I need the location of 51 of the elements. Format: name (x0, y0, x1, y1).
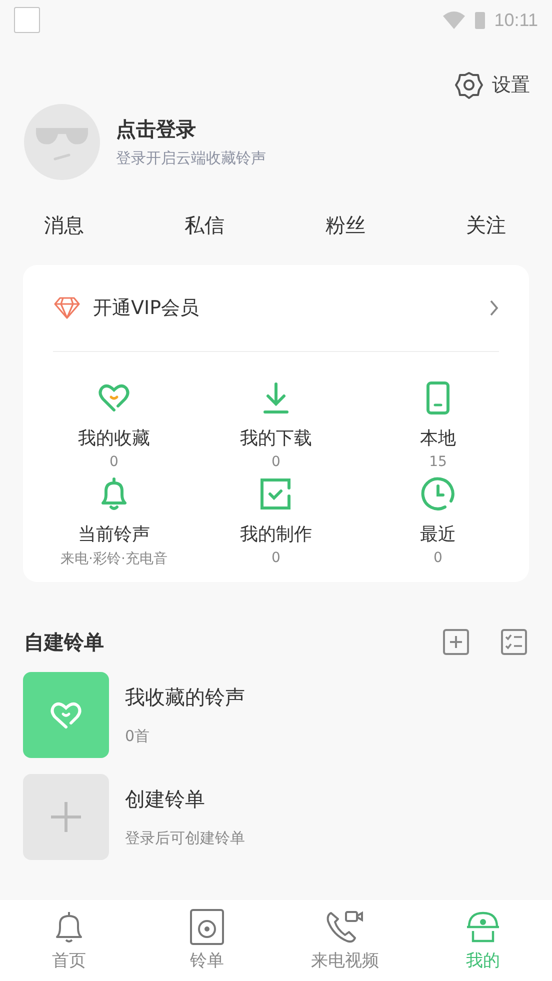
nav-tab[interactable]: 来电视频 (276, 900, 414, 981)
clock-icon (420, 476, 456, 512)
feature-count: 15 (429, 454, 447, 470)
notification-icon (14, 7, 40, 33)
add-icon[interactable] (442, 628, 470, 656)
feature-count: 0 (272, 550, 280, 566)
feature-label: 我的收藏 (78, 427, 150, 450)
feature-label: 我的下载 (240, 427, 312, 450)
nav-tab[interactable]: 铃单 (138, 900, 276, 981)
feature-item[interactable]: 我的收藏 0 (33, 380, 195, 470)
wifi-icon (442, 10, 466, 30)
stat-link[interactable]: 粉丝 (325, 212, 366, 239)
add-cover-icon (23, 774, 109, 860)
playlist-subtitle: 登录后可创建铃单 (125, 829, 245, 848)
diamond-icon (53, 296, 81, 320)
feature-count: 0 (434, 550, 442, 566)
gear-icon (454, 70, 484, 100)
nav-tab[interactable]: 首页 (0, 900, 138, 981)
feature-label: 当前铃声 (78, 523, 150, 546)
feature-count: 0 (110, 454, 118, 470)
playlist-title: 创建铃单 (125, 786, 206, 813)
status-time: 10:11 (494, 10, 538, 30)
phone-video-icon (325, 909, 365, 945)
heart-cover-icon (23, 672, 109, 758)
playlist-subtitle: 0首 (125, 727, 151, 746)
feature-count: 0 (272, 454, 280, 470)
playlist-item[interactable]: 创建铃单 登录后可创建铃单 (0, 750, 552, 860)
feature-label: 本地 (420, 427, 456, 450)
feature-item[interactable]: 我的下载 0 (195, 380, 357, 470)
feature-label: 最近 (420, 523, 456, 546)
playlist-title: 我收藏的铃声 (125, 684, 245, 711)
vip-row[interactable]: 开通VIP会员 (53, 265, 499, 352)
battery-icon (474, 10, 486, 30)
hat-icon (465, 909, 501, 945)
stat-link[interactable]: 消息 (44, 212, 84, 239)
speaker-icon (189, 909, 225, 945)
checklist-icon[interactable] (500, 628, 528, 656)
stat-link[interactable]: 私信 (184, 212, 225, 239)
vip-label: 开通VIP会员 (93, 296, 200, 321)
feature-item[interactable]: 本地 15 (357, 380, 519, 470)
feature-count: 来电·彩铃·充电音 (60, 550, 168, 568)
stat-link[interactable]: 关注 (466, 212, 506, 239)
chevron-right-icon (489, 299, 499, 317)
feature-label: 我的制作 (240, 523, 312, 546)
section-title: 自建铃单 (24, 628, 104, 656)
login-link[interactable]: 点击登录 (116, 116, 266, 143)
login-hint: 登录开启云端收藏铃声 (116, 149, 266, 168)
settings-button[interactable]: 设置 (454, 70, 530, 100)
feature-item[interactable]: 最近 0 (357, 476, 519, 568)
feature-item[interactable]: 我的制作 0 (195, 476, 357, 568)
feature-item[interactable]: 当前铃声 来电·彩铃·充电音 (33, 476, 195, 568)
